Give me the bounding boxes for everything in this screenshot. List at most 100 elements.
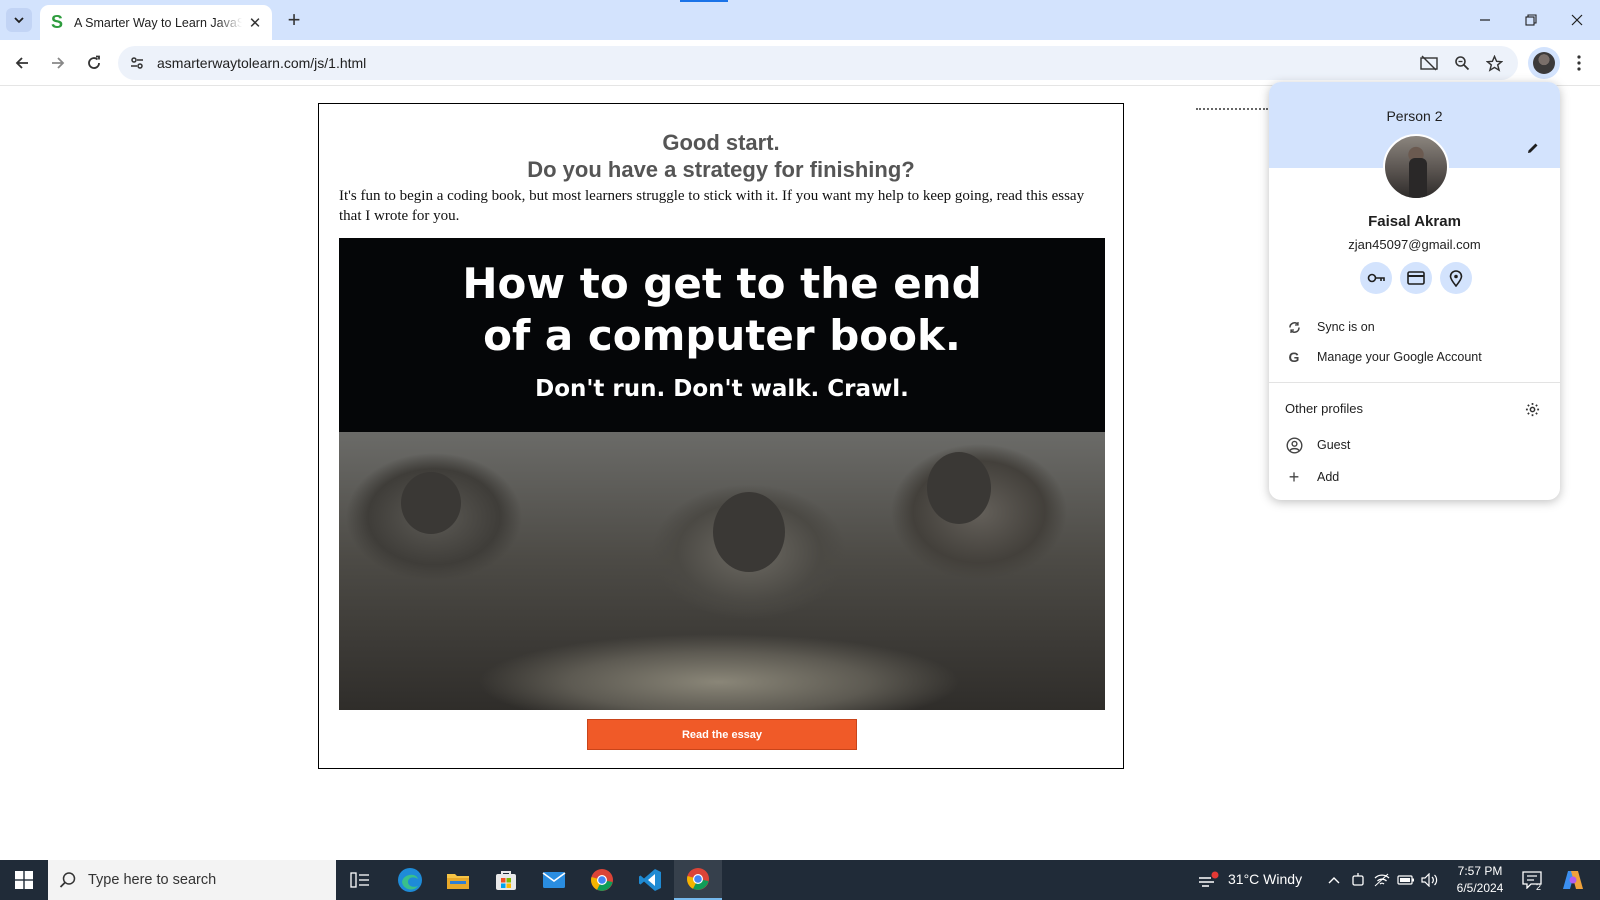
clock-time: 7:57 PM (1457, 864, 1503, 878)
restore-button[interactable] (1508, 0, 1554, 40)
page-title-line-2: Do you have a strategy for finishing? (527, 157, 915, 182)
edge-icon (398, 868, 422, 892)
volume-icon[interactable] (1420, 870, 1440, 890)
taskbar-clock[interactable]: 7:57 PM 6/5/2024 (1448, 863, 1512, 897)
forward-button[interactable] (44, 49, 72, 77)
read-essay-button[interactable]: Read the essay (587, 719, 857, 750)
profile-email: zjan45097@gmail.com (1348, 237, 1481, 252)
other-profiles-heading: Other profiles (1285, 401, 1364, 416)
sync-status-label: Sync is on (1317, 320, 1375, 334)
weather-icon[interactable] (1196, 870, 1220, 890)
taskbar-app-vscode[interactable] (626, 860, 674, 900)
photo-person-left (401, 472, 461, 534)
show-hidden-icons-button[interactable] (1324, 870, 1344, 890)
popup-divider (1269, 382, 1560, 383)
tab-search-button[interactable] (6, 8, 32, 32)
browser-title-bar: S A Smarter Way to Learn JavaScript ✕ + (0, 0, 1600, 40)
windows-taskbar: Type here to search 31°C Windy 7:57 PM 6… (0, 860, 1600, 900)
network-icon[interactable] (1372, 870, 1392, 890)
arrow-right-icon (52, 57, 65, 69)
essay-hero-image[interactable]: How to get to the end of a computer book… (339, 238, 1105, 710)
chevron-up-icon (1328, 877, 1340, 884)
taskbar-search-placeholder: Type here to search (88, 872, 217, 888)
page-content-box: Good start. Do you have a strategy for f… (318, 103, 1124, 769)
profile-label: Person 2 (1386, 108, 1443, 124)
weather-text[interactable]: 31°C Windy (1228, 871, 1302, 887)
taskbar-app-edge[interactable] (386, 860, 434, 900)
taskbar-app-mail[interactable] (530, 860, 578, 900)
mud-crawl-photo (339, 432, 1105, 710)
search-icon (48, 871, 88, 889)
task-view-button[interactable] (336, 860, 384, 900)
credit-card-icon (1407, 271, 1425, 285)
windows-logo-icon (15, 871, 33, 889)
meet-now-icon[interactable] (1348, 870, 1368, 890)
hero-heading-line-2: of a computer book. (483, 311, 961, 360)
close-tab-icon[interactable]: ✕ (246, 14, 264, 32)
profile-name: Faisal Akram (1368, 213, 1461, 230)
add-profile-label: Add (1317, 470, 1340, 484)
minimize-icon (1480, 19, 1490, 21)
plus-icon: + (1288, 466, 1300, 487)
sync-icon (1285, 318, 1303, 336)
passwords-button[interactable] (1360, 262, 1392, 294)
pencil-icon (1528, 143, 1538, 153)
url-text[interactable]: asmarterwaytolearn.com/js/1.html (157, 55, 366, 71)
sync-status-row[interactable]: Sync is on (1285, 314, 1545, 340)
camera-blocked-button[interactable] (1418, 52, 1440, 74)
vscode-icon (639, 869, 661, 891)
arrow-left-icon (15, 57, 28, 69)
hero-subheading: Don't run. Don't walk. Crawl. (535, 376, 909, 402)
browser-tab-active[interactable]: S A Smarter Way to Learn JavaScript ✕ (40, 5, 272, 40)
browser-toolbar: asmarterwaytolearn.com/js/1.html (0, 40, 1600, 86)
edit-profile-button[interactable] (1522, 137, 1544, 159)
addresses-button[interactable] (1440, 262, 1472, 294)
copilot-icon (1563, 871, 1583, 889)
tune-icon (131, 57, 143, 69)
manage-account-row[interactable]: G Manage your Google Account (1285, 344, 1545, 370)
copilot-button[interactable] (1560, 870, 1586, 890)
avatar-figure (1409, 158, 1427, 198)
manage-profiles-button[interactable] (1521, 398, 1543, 420)
address-bar[interactable]: asmarterwaytolearn.com/js/1.html (118, 46, 1518, 80)
account-circle-icon (1285, 436, 1303, 454)
taskbar-search-box[interactable]: Type here to search (48, 860, 336, 900)
hero-heading-line-1: How to get to the end (462, 259, 982, 308)
profile-menu-popup: Person 2 Faisal Akram zjan45097@gmail.co… (1269, 82, 1560, 500)
close-icon (1571, 14, 1583, 26)
bookmark-button[interactable] (1483, 52, 1505, 74)
photo-person-right (927, 452, 991, 524)
close-window-button[interactable] (1554, 0, 1600, 40)
browser-menu-button[interactable] (1568, 49, 1590, 77)
gear-icon (1525, 402, 1539, 416)
taskbar-app-file-explorer[interactable] (434, 860, 482, 900)
new-tab-button[interactable]: + (282, 7, 306, 32)
reload-button[interactable] (80, 49, 108, 77)
profile-avatar (1383, 134, 1449, 200)
task-view-icon (350, 872, 369, 888)
profile-avatar-button[interactable] (1528, 47, 1560, 79)
key-icon (1367, 273, 1385, 283)
taskbar-app-store[interactable] (482, 860, 530, 900)
battery-icon[interactable] (1396, 870, 1416, 890)
minimize-button[interactable] (1462, 0, 1508, 40)
payment-methods-button[interactable] (1400, 262, 1432, 294)
mail-icon (542, 872, 566, 888)
reload-icon (88, 55, 100, 69)
google-g-icon: G (1288, 349, 1300, 365)
add-profile-row[interactable]: + Add (1285, 464, 1545, 490)
tab-title: A Smarter Way to Learn JavaScript (74, 15, 242, 30)
zoom-button[interactable] (1451, 52, 1473, 74)
back-button[interactable] (8, 49, 36, 77)
taskbar-app-chrome-active[interactable] (674, 860, 722, 900)
start-button[interactable] (0, 860, 48, 900)
taskbar-app-chrome[interactable] (578, 860, 626, 900)
restore-icon (1525, 14, 1537, 26)
guest-profile-row[interactable]: Guest (1285, 432, 1545, 458)
avatar (1533, 52, 1555, 74)
site-favicon-icon: S (50, 12, 63, 32)
clock-date: 6/5/2024 (1456, 881, 1504, 895)
manage-account-label: Manage your Google Account (1317, 350, 1482, 364)
guest-label: Guest (1317, 438, 1351, 452)
site-info-button[interactable] (126, 52, 148, 74)
